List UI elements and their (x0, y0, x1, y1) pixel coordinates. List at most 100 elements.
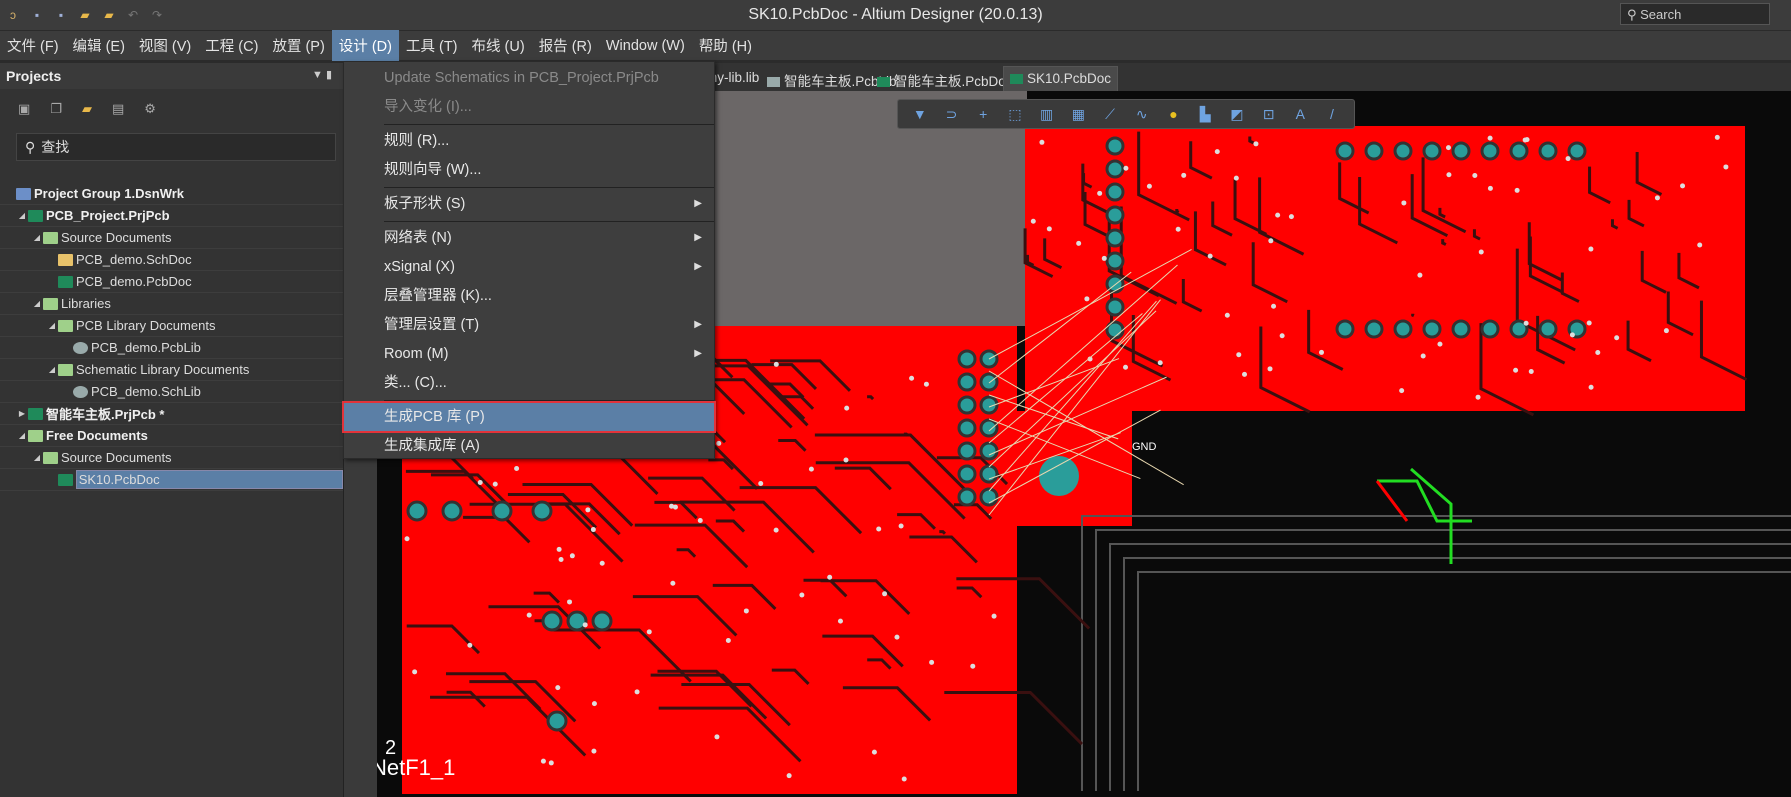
diff-pair-icon[interactable]: ∿ (1132, 106, 1152, 123)
tree-item[interactable]: ◢ PCB Library Documents (0, 315, 343, 337)
via-icon[interactable]: ● (1163, 106, 1183, 122)
via (1288, 214, 1294, 220)
open-project-icon[interactable]: ▰ (102, 8, 116, 22)
pad (1105, 251, 1125, 271)
tree-item[interactable]: ◢ Free Documents (0, 425, 343, 447)
tree-item[interactable]: PCB_demo.PcbLib (0, 337, 343, 359)
expanded-arrow-icon[interactable]: ◢ (46, 321, 58, 330)
design-menu-item[interactable]: 生成PCB 库 (P) (342, 401, 716, 433)
menu-item-label: Update Schematics in PCB_Project.PrjPcb (384, 70, 659, 86)
menu-item[interactable]: 视图 (V) (132, 30, 198, 61)
design-menu-item[interactable]: 导入变化 (I)... (344, 93, 714, 121)
align-icon[interactable]: ▥ (1037, 106, 1057, 123)
close-project-icon[interactable]: ▤ (112, 101, 124, 117)
design-menu-item[interactable]: 规则 (R)... (344, 127, 714, 155)
design-menu-item[interactable]: 类... (C)... (344, 369, 714, 397)
tree-item[interactable]: Project Group 1.DsnWrk (0, 183, 343, 205)
tree-item[interactable]: SK10.PcbDoc (0, 469, 343, 491)
tree-item-label: Project Group 1.DsnWrk (34, 186, 185, 201)
save-all-icon[interactable]: ▪ (54, 8, 68, 22)
design-menu-item[interactable]: xSignal (X) ▶ (344, 253, 714, 281)
select-rect-icon[interactable]: ⬚ (1005, 106, 1025, 123)
document-tab[interactable]: SK10.PcbDoc (1003, 66, 1119, 91)
via (1233, 175, 1239, 181)
crosshair-icon[interactable]: + (973, 106, 993, 122)
pad (1480, 319, 1500, 339)
interactive-route-magnet-icon[interactable]: ⊃ (942, 106, 962, 123)
filter-icon[interactable]: ▼ (910, 106, 930, 122)
project-search-input[interactable]: ⚲ 查找 (16, 133, 336, 161)
settings-gear-icon[interactable]: ⚙ (144, 101, 156, 117)
polygon-icon[interactable]: ▙ (1195, 106, 1215, 123)
tree-item[interactable]: PCB_demo.PcbDoc (0, 271, 343, 293)
design-menu-item[interactable]: 管理层设置 (T) ▶ (344, 311, 714, 339)
via (1513, 367, 1519, 373)
expanded-arrow-icon[interactable]: ◢ (16, 431, 28, 440)
schlib-icon (73, 385, 88, 398)
route-icon[interactable]: ⟋ (1100, 106, 1120, 123)
tree-item[interactable]: ◢ Schematic Library Documents (0, 359, 343, 381)
copy-icon[interactable]: ❐ (50, 101, 62, 117)
tree-item-label: PCB_demo.PcbDoc (76, 274, 192, 289)
menu-item-label: 导入变化 (I)... (384, 99, 472, 115)
save-project-icon[interactable]: ▣ (18, 101, 30, 117)
menu-item[interactable]: Window (W) (599, 33, 692, 59)
design-menu-item[interactable]: 生成集成库 (A) (344, 432, 714, 460)
menu-item[interactable]: 帮助 (H) (692, 30, 759, 61)
rect-icon[interactable]: ◩ (1227, 106, 1247, 123)
tree-item[interactable]: ◢ PCB_Project.PrjPcb (0, 205, 343, 227)
tree-item[interactable]: ◢ Source Documents (0, 227, 343, 249)
panel-menu-pin-icon[interactable]: ▼ ▮ (312, 68, 332, 81)
component-icon[interactable]: ▦ (1068, 106, 1088, 123)
open-icon[interactable]: ▰ (78, 8, 92, 22)
menu-item[interactable]: 报告 (R) (532, 30, 599, 61)
search-box[interactable]: ⚲ Search (1620, 3, 1770, 25)
menu-separator (384, 124, 714, 125)
expanded-arrow-icon[interactable]: ◢ (31, 299, 43, 308)
menu-item[interactable]: 工程 (C) (198, 30, 265, 61)
redo-icon[interactable]: ↷ (150, 8, 164, 22)
menu-item[interactable]: 编辑 (E) (66, 30, 132, 61)
tree-item[interactable]: ◢ Source Documents (0, 447, 343, 469)
expanded-arrow-icon[interactable]: ◢ (16, 211, 28, 220)
design-menu-item[interactable]: 规则向导 (W)... (344, 156, 714, 184)
via (843, 457, 849, 463)
design-menu-item[interactable]: Room (M) ▶ (344, 340, 714, 368)
menu-item[interactable]: 放置 (P) (265, 30, 331, 61)
expanded-arrow-icon[interactable]: ◢ (46, 365, 58, 374)
design-menu-item[interactable]: 网络表 (N) ▶ (344, 224, 714, 252)
save-icon[interactable]: ▪ (30, 8, 44, 22)
menu-item[interactable]: 布线 (U) (465, 30, 532, 61)
expanded-arrow-icon[interactable]: ◢ (31, 233, 43, 242)
via (1236, 352, 1242, 358)
collapsed-arrow-icon[interactable]: ▶ (16, 409, 28, 418)
pcbdoc-icon (58, 275, 73, 288)
tree-item[interactable]: ▶ 智能车主板.PrjPcb * (0, 403, 343, 425)
via (1318, 349, 1324, 355)
design-menu-item[interactable]: Update Schematics in PCB_Project.PrjPcb (344, 64, 714, 92)
string-dim-icon[interactable]: ⊡ (1259, 106, 1279, 123)
menu-item[interactable]: 文件 (F) (0, 30, 66, 61)
pad (1422, 319, 1442, 339)
via (909, 375, 915, 381)
tree-item[interactable]: PCB_demo.SchLib (0, 381, 343, 403)
menu-item[interactable]: 工具 (T) (399, 30, 465, 61)
document-tab[interactable]: 智能车主板.PcbDoc (871, 66, 1019, 91)
pcb-active-bar: ▼ ⊃ + ⬚ ▥ ▦ ⟋ ∿ ● ▙ ◩ ⊡ A / (897, 99, 1355, 129)
line-icon[interactable]: / (1322, 106, 1342, 122)
text-icon[interactable]: A (1290, 106, 1310, 122)
pad (979, 441, 999, 461)
via (1654, 195, 1660, 201)
expanded-arrow-icon[interactable]: ◢ (31, 453, 43, 462)
design-menu-item[interactable]: 层叠管理器 (K)... (344, 282, 714, 310)
via (591, 748, 597, 754)
via (556, 546, 562, 552)
tree-item[interactable]: ◢ Libraries (0, 293, 343, 315)
menu-item[interactable]: 设计 (D) (331, 30, 399, 61)
tree-item[interactable]: PCB_demo.SchDoc (0, 249, 343, 271)
design-menu-item[interactable]: 板子形状 (S) ▶ (344, 190, 714, 218)
via (714, 734, 720, 740)
explore-icon[interactable]: ▰ (82, 101, 92, 117)
undo-icon[interactable]: ↶ (126, 8, 140, 22)
via (634, 689, 640, 695)
